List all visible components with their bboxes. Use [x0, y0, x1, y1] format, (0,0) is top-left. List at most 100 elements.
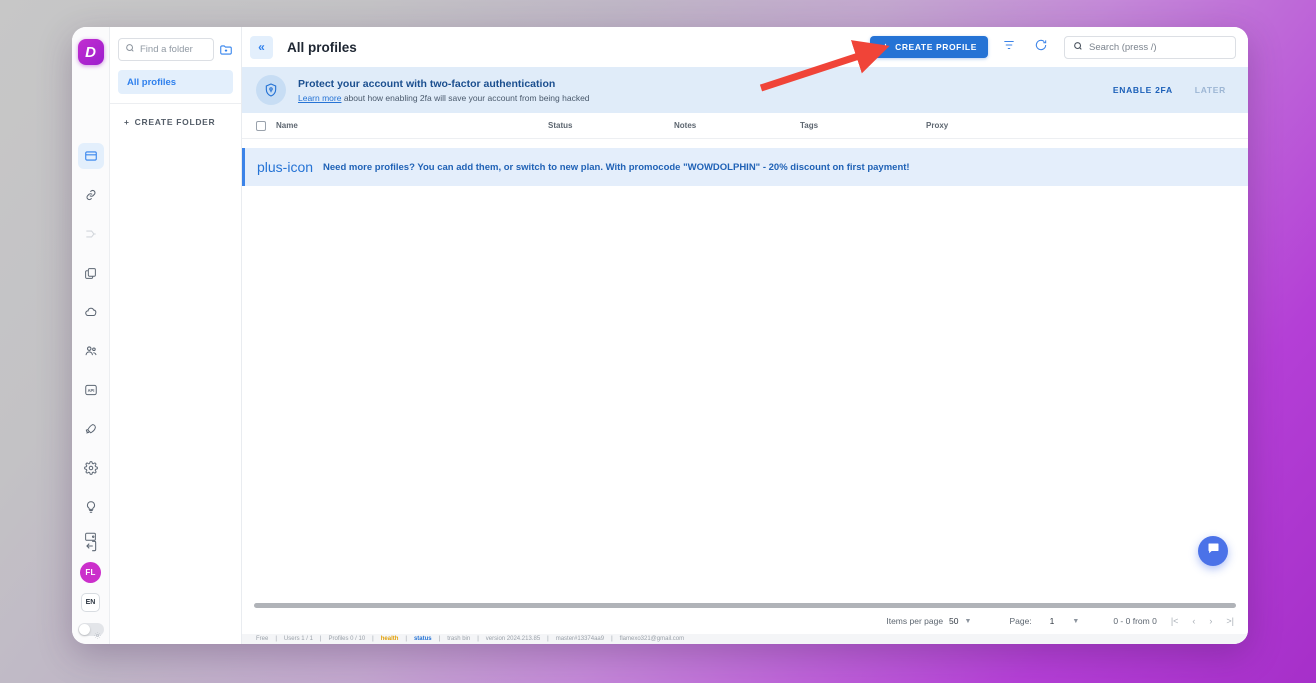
icon-rail: D API FL EN: [72, 27, 110, 644]
first-page-button[interactable]: |<: [1171, 616, 1179, 626]
filter-button[interactable]: [998, 36, 1020, 58]
automation-icon: [84, 227, 98, 241]
later-button[interactable]: Later: [1195, 85, 1226, 95]
column-header-notes[interactable]: Notes: [674, 121, 800, 130]
status-account: flamexo321@gmail.com: [619, 636, 685, 642]
next-page-button[interactable]: ›: [1209, 616, 1212, 626]
items-per-page-group[interactable]: Items per page 50 ▼: [886, 616, 971, 626]
rail-item-tips[interactable]: [78, 494, 104, 520]
status-status-link[interactable]: status: [414, 636, 432, 642]
promo-row[interactable]: plus-icon Need more profiles? You can ad…: [242, 148, 1248, 186]
plus-icon: +: [124, 117, 130, 127]
collapse-sidebar-button[interactable]: «: [250, 35, 273, 59]
column-header-name[interactable]: Name: [276, 121, 548, 130]
chat-bubble-icon: [1206, 541, 1221, 561]
chat-support-button[interactable]: [1198, 536, 1228, 566]
status-plan: Free: [256, 636, 269, 642]
folder-panel: Find a folder All profiles + Create fold…: [110, 27, 242, 644]
last-page-button[interactable]: >|: [1226, 616, 1234, 626]
avatar[interactable]: FL: [80, 562, 101, 583]
app-logo[interactable]: D: [77, 39, 104, 65]
search-placeholder: Search (press /): [1089, 41, 1157, 53]
folder-search-input[interactable]: Find a folder: [118, 38, 214, 61]
promo-text: Need more profiles? You can add them, or…: [323, 161, 910, 173]
status-version: version 2024.213.85: [485, 636, 541, 642]
plus-icon: [881, 42, 890, 53]
chevron-down-icon: ▼: [964, 617, 972, 625]
two-factor-banner-subtitle: Learn more about how enabling 2fa will s…: [298, 93, 1101, 103]
refresh-icon: [1034, 38, 1048, 57]
two-factor-banner-subtitle-rest: about how enabling 2fa will save your ac…: [341, 92, 590, 103]
range-text: 0 - 0 from 0: [1113, 616, 1157, 626]
status-trash-link[interactable]: trash bin: [447, 636, 470, 642]
enable-2fa-button[interactable]: Enable 2FA: [1113, 85, 1173, 95]
pagination-bar: Items per page 50 ▼ Page: 1 ▼ 0 - 0 from…: [242, 608, 1248, 634]
rail-item-extensions[interactable]: [78, 260, 104, 286]
two-factor-banner-actions: Enable 2FA Later: [1113, 85, 1234, 95]
rail-item-links[interactable]: [78, 182, 104, 208]
rail-item-browser-profiles[interactable]: [77, 143, 104, 169]
column-header-tags[interactable]: Tags: [800, 121, 926, 130]
language-button[interactable]: EN: [81, 593, 100, 612]
folder-search-placeholder: Find a folder: [140, 44, 193, 55]
rail-item-wallet[interactable]: [78, 523, 104, 549]
page-value: 1: [1049, 616, 1055, 626]
page-label: Page:: [1009, 616, 1032, 626]
status-users: Users 1 / 1: [283, 636, 313, 642]
link-icon: [84, 188, 98, 202]
chevron-double-left-icon: «: [258, 40, 265, 54]
chevron-down-icon: ▼: [1072, 617, 1080, 625]
gear-icon: [83, 461, 98, 475]
learn-more-link[interactable]: Learn more: [298, 93, 341, 103]
items-per-page-label: Items per page: [886, 616, 944, 626]
svg-text:API: API: [87, 388, 94, 393]
browser-profiles-icon: [84, 149, 98, 163]
sun-icon: [93, 626, 101, 639]
rail-item-api[interactable]: API: [78, 377, 104, 403]
rail-item-team[interactable]: [78, 338, 104, 364]
search-icon: [1073, 41, 1083, 54]
shield-key-icon: [256, 75, 286, 105]
main-content: « All profiles Create profile: [242, 27, 1248, 644]
rail-bottom-group: FL EN: [72, 523, 109, 639]
column-header-proxy[interactable]: Proxy: [926, 121, 1234, 130]
theme-toggle[interactable]: [77, 623, 104, 639]
two-factor-banner-texts: Protect your account with two-factor aut…: [298, 78, 1101, 103]
select-all-checkbox[interactable]: [256, 120, 266, 131]
wallet-icon: [84, 530, 97, 543]
app-window: D API FL EN Find a folder All profiles +…: [72, 27, 1248, 644]
filter-icon: [1002, 38, 1016, 57]
status-profiles: Profiles 0 / 10: [328, 636, 366, 642]
api-icon: API: [84, 383, 98, 397]
create-folder-button[interactable]: + Create folder: [110, 104, 241, 127]
rail-item-cloud[interactable]: [78, 299, 104, 325]
create-profile-button[interactable]: Create profile: [870, 36, 988, 58]
search-icon: [125, 43, 135, 56]
table-header-row: Name Status Notes Tags Proxy: [242, 113, 1248, 139]
rocket-icon: [84, 422, 98, 436]
create-folder-label: Create folder: [134, 117, 216, 127]
cloud-icon: [84, 305, 98, 319]
copy-icon: [84, 267, 97, 280]
status-build: master#13374aa9: [555, 636, 605, 642]
topbar: « All profiles Create profile: [242, 27, 1248, 67]
theme-toggle-knob: [78, 624, 90, 635]
status-health-link[interactable]: health: [381, 636, 399, 642]
column-header-status[interactable]: Status: [548, 121, 674, 130]
pager-arrows: |< ‹ › >|: [1171, 616, 1234, 626]
page-select-group[interactable]: Page: 1 ▼: [1009, 616, 1079, 626]
lightbulb-icon: [84, 500, 98, 514]
folder-item-all-profiles[interactable]: All profiles: [118, 70, 233, 94]
create-profile-label: Create profile: [895, 42, 977, 52]
refresh-button[interactable]: [1030, 36, 1052, 58]
search-input[interactable]: Search (press /): [1064, 35, 1236, 59]
new-folder-icon[interactable]: [219, 43, 233, 57]
plus-icon: plus-icon: [257, 159, 314, 175]
page-title: All profiles: [287, 39, 357, 55]
prev-page-button[interactable]: ‹: [1192, 616, 1195, 626]
rail-item-settings[interactable]: [78, 455, 104, 481]
items-per-page-value: 50: [949, 616, 959, 626]
rail-item-automation[interactable]: [78, 221, 104, 247]
team-icon: [84, 344, 98, 358]
rail-item-boost[interactable]: [78, 416, 104, 442]
